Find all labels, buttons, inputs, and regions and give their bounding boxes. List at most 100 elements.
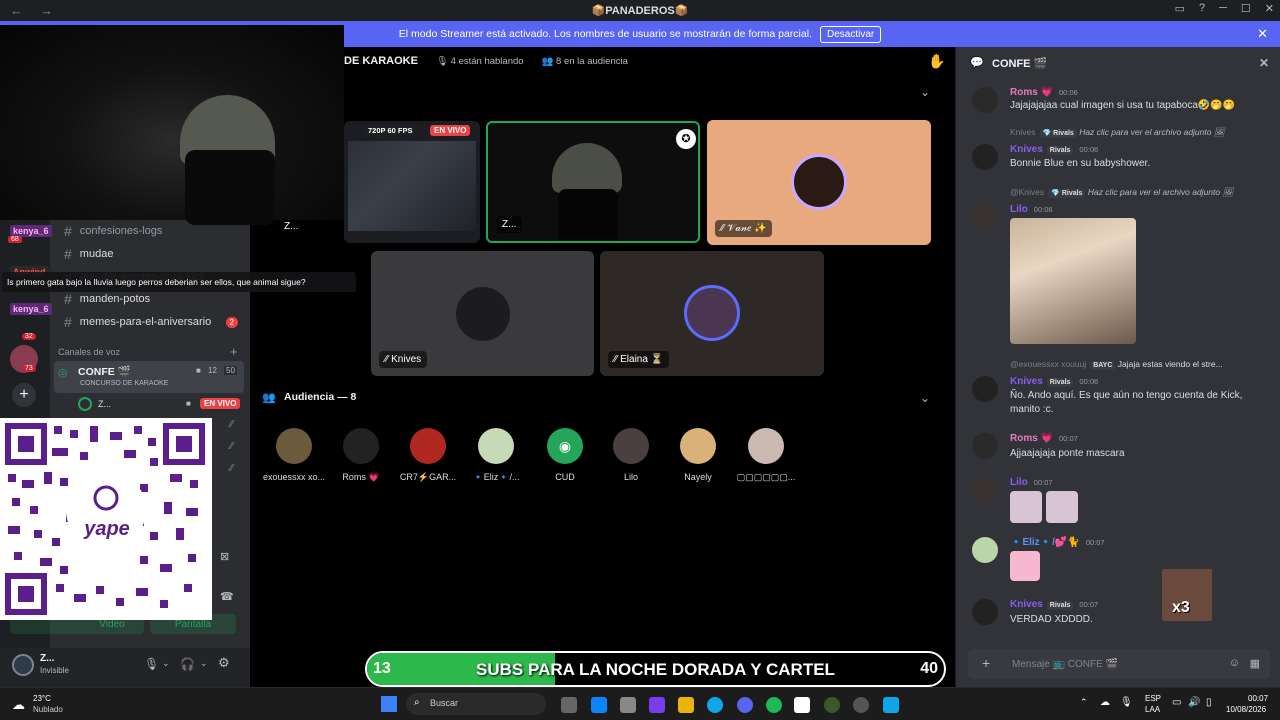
muted-icon: ⁄⁄ bbox=[230, 463, 234, 474]
bayc-tag: BAYC bbox=[1090, 361, 1116, 370]
volume-icon[interactable]: 🔊 bbox=[1188, 697, 1200, 708]
avatar bbox=[613, 428, 649, 464]
audience-member[interactable]: ◉ CUD bbox=[529, 428, 601, 482]
avatar[interactable] bbox=[972, 204, 998, 230]
close-window-icon[interactable]: ✕ bbox=[1265, 2, 1274, 15]
message-input[interactable]: + Mensaje 📺 CONFE 🎬 ☺ ▦ bbox=[968, 649, 1270, 679]
deactivate-button[interactable]: Desactivar bbox=[819, 25, 882, 43]
settings-badge-icon[interactable]: ✪ bbox=[676, 129, 696, 149]
speaker-tile-knives[interactable]: ⁄⁄ Knives bbox=[371, 251, 594, 376]
channel-mudae[interactable]: # mudae bbox=[60, 243, 246, 265]
avatar[interactable] bbox=[12, 654, 34, 676]
copilot-icon[interactable] bbox=[649, 697, 665, 713]
audience-member[interactable]: Nayely bbox=[662, 428, 734, 482]
audience-member[interactable]: ▢▢▢▢▢▢... bbox=[730, 428, 802, 483]
mic-icon: 🎙 bbox=[435, 55, 451, 67]
voice-channels-header[interactable]: Canales de voz bbox=[58, 347, 120, 357]
network-icon[interactable]: ☁ bbox=[1100, 697, 1110, 708]
tile-name-chip: ⁄⁄ Knives bbox=[379, 351, 428, 368]
subs-goal-progress-bar: 13 SUBS PARA LA NOCHE DORADA Y CARTEL 40 bbox=[365, 651, 946, 687]
app-icon[interactable] bbox=[824, 697, 840, 713]
file-explorer-icon[interactable] bbox=[678, 697, 694, 713]
avatar[interactable] bbox=[972, 599, 998, 625]
taskbar-search[interactable]: ⌕ Buscar bbox=[406, 693, 546, 715]
hash-icon: # bbox=[64, 314, 72, 330]
camera-icon: ■ bbox=[186, 399, 191, 408]
disconnect-icon[interactable]: ☎ bbox=[220, 590, 234, 603]
maximize-icon[interactable]: ☐ bbox=[1241, 2, 1251, 15]
mic-tray-icon[interactable]: 🎙 bbox=[1120, 697, 1133, 708]
sticker-image[interactable] bbox=[1046, 491, 1078, 523]
tile-name-chip: Z... bbox=[278, 219, 305, 234]
chevron-down-icon[interactable]: ⌄ bbox=[920, 391, 930, 405]
close-chat-icon[interactable]: ✕ bbox=[1259, 56, 1269, 70]
raise-hand-icon[interactable]: ✋ bbox=[928, 53, 945, 70]
image-icon: 🖼 bbox=[1213, 127, 1225, 137]
chevron-up-icon[interactable]: ⌃ bbox=[1080, 697, 1088, 708]
edge-browser-icon[interactable] bbox=[707, 697, 723, 713]
sticker-image[interactable] bbox=[1010, 551, 1040, 581]
close-banner-icon[interactable]: ✕ bbox=[1257, 26, 1268, 42]
add-channel-icon[interactable]: + bbox=[230, 344, 238, 359]
speaker-tile-vane[interactable]: ⁄⁄ 𝒱𝒶𝓃𝑒 ✨ bbox=[707, 120, 931, 245]
chat-bubble-icon: 💬 bbox=[970, 57, 984, 69]
tile-name-chip: ⁄⁄ 𝒱𝒶𝓃𝑒 ✨ bbox=[715, 220, 773, 237]
attached-image[interactable] bbox=[1010, 218, 1136, 344]
audience-member[interactable]: CR7⚡GAR... bbox=[392, 428, 464, 483]
avatar bbox=[276, 428, 312, 464]
minimize-icon[interactable]: ─ bbox=[1219, 2, 1227, 15]
stage-view: DE KARAOKE 🎙 4 están hablando 👥 8 en la … bbox=[250, 47, 955, 687]
stage-icon: ◎ bbox=[58, 367, 68, 379]
app-icon[interactable] bbox=[853, 697, 869, 713]
avatar[interactable] bbox=[972, 433, 998, 459]
speaker-tile-elaina[interactable]: ⁄⁄ Elaina ⏳ bbox=[600, 251, 824, 376]
voice-user-z[interactable]: Z... ■ EN VIVO bbox=[78, 396, 244, 414]
audience-member[interactable]: Lilo bbox=[595, 428, 667, 482]
title-bar: ← → 📦PANADEROS📦 ▭ ? ─ ☐ ✕ bbox=[0, 0, 1280, 21]
add-attachment-icon[interactable]: + bbox=[982, 655, 990, 671]
channel-memes[interactable]: # memes-para-el-aniversario 2 bbox=[60, 311, 246, 333]
headphones-icon[interactable]: 🎧 bbox=[180, 657, 195, 671]
overlay-chat-user: kenya_6 bbox=[10, 299, 52, 317]
widgets-icon[interactable] bbox=[591, 697, 607, 713]
discord-icon[interactable] bbox=[737, 697, 753, 713]
stream-tile-webcam[interactable]: ✪ Z... bbox=[486, 121, 700, 243]
audience-header: Audiencia — 8 bbox=[284, 391, 357, 403]
spotify-icon[interactable] bbox=[766, 697, 782, 713]
add-server-icon[interactable]: + bbox=[12, 383, 36, 407]
avatar[interactable] bbox=[972, 477, 998, 503]
audience-member[interactable]: exouessxx xo... bbox=[258, 428, 330, 482]
windows-taskbar: ☁ 23°C Nublado ⌕ Buscar ⌃ ☁ 🎙 ESP LAA ▭ … bbox=[0, 687, 1280, 720]
avatar[interactable] bbox=[972, 144, 998, 170]
chevron-down-icon[interactable]: ⌄ bbox=[920, 85, 930, 99]
task-view-icon[interactable] bbox=[561, 697, 577, 713]
audience-icon: 👥 bbox=[262, 392, 276, 404]
search-icon: ⌕ bbox=[414, 697, 420, 708]
avatar[interactable] bbox=[972, 537, 998, 563]
battery-icon[interactable]: ▯ bbox=[1206, 697, 1212, 708]
stream-tile-screenshare[interactable]: 720P 60 FPS EN VIVO bbox=[344, 121, 480, 243]
help-icon[interactable]: ? bbox=[1199, 2, 1205, 15]
avatar[interactable] bbox=[972, 87, 998, 113]
voice-channel-confe[interactable]: ◎ CONFE 🎬 CONCURSO DE KARAOKE ■ 12 50 bbox=[54, 361, 244, 393]
emoji-icon[interactable]: ☺ bbox=[1229, 657, 1240, 669]
audience-member[interactable]: 🔹Eliz🔹/... bbox=[460, 428, 532, 483]
chevron-down-icon[interactable]: ⌄ bbox=[200, 658, 208, 669]
chevron-down-icon[interactable]: ⌄ bbox=[162, 658, 170, 669]
audience-member[interactable]: Roms 💗 bbox=[325, 428, 397, 483]
display-icon[interactable]: ▭ bbox=[1172, 697, 1181, 708]
store-icon[interactable] bbox=[620, 697, 636, 713]
windows-start-icon[interactable] bbox=[381, 696, 397, 712]
screen-share-icon[interactable]: ⊠ bbox=[220, 550, 229, 563]
app-icon[interactable] bbox=[883, 697, 899, 713]
sticker-image[interactable] bbox=[1010, 491, 1042, 523]
avatar bbox=[456, 287, 510, 341]
avatar[interactable] bbox=[972, 376, 998, 402]
microphone-icon[interactable]: 🎙 bbox=[144, 657, 159, 671]
inbox-icon[interactable]: ▭ bbox=[1175, 2, 1185, 15]
tile-name-chip: ⁄⁄ Elaina ⏳ bbox=[608, 351, 670, 368]
gear-icon[interactable]: ⚙ bbox=[218, 655, 230, 671]
obs-icon[interactable] bbox=[794, 697, 810, 713]
apps-icon[interactable]: ▦ bbox=[1250, 657, 1260, 670]
muted-icon: ⁄⁄ bbox=[230, 441, 234, 452]
